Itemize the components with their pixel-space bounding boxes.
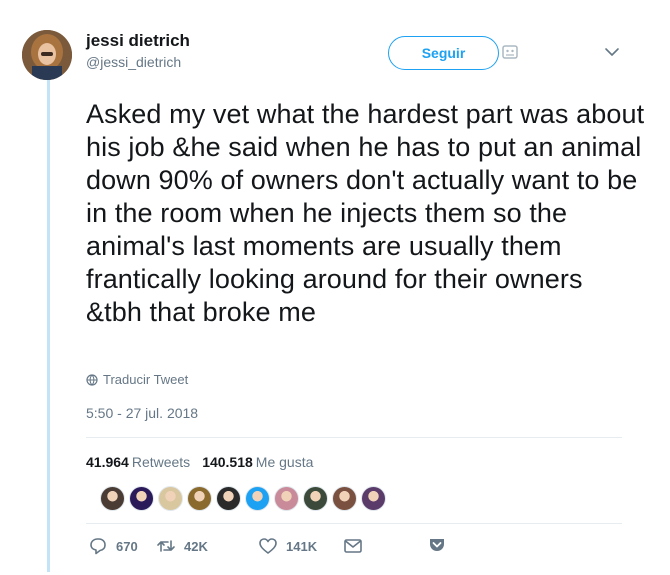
- like-count: 141K: [286, 538, 318, 554]
- translate-label[interactable]: Traducir Tweet: [103, 372, 188, 387]
- direct-message-icon: [344, 539, 362, 553]
- direct-message-button[interactable]: [343, 536, 371, 556]
- liker-avatar[interactable]: [100, 486, 125, 511]
- username[interactable]: @jessi_dietrich: [86, 53, 190, 71]
- like-icon: [259, 538, 277, 554]
- block-icon[interactable]: [502, 44, 518, 60]
- retweets-label: Retweets: [131, 454, 191, 470]
- likes-stat[interactable]: 140.518 Me gusta: [202, 454, 313, 470]
- translate-tweet-link[interactable]: Traducir Tweet: [86, 372, 188, 387]
- follow-button[interactable]: Seguir: [388, 36, 499, 70]
- reply-count: 670: [116, 538, 138, 554]
- divider: [86, 523, 622, 524]
- retweets-stat[interactable]: 41.964 Retweets: [86, 454, 190, 470]
- reply-icon: [90, 538, 106, 555]
- retweet-count: 42K: [184, 538, 208, 554]
- chevron-down-icon[interactable]: [604, 46, 620, 58]
- liker-avatar[interactable]: [361, 486, 386, 511]
- liker-avatar[interactable]: [274, 486, 299, 511]
- display-name[interactable]: jessi dietrich: [86, 30, 190, 51]
- liker-avatar[interactable]: [187, 486, 212, 511]
- translate-globe-icon: [86, 373, 98, 386]
- pocket-save-icon[interactable]: [428, 536, 446, 554]
- reply-button[interactable]: 670: [88, 536, 138, 556]
- tweet-author[interactable]: jessi dietrich @jessi_dietrich: [86, 30, 190, 71]
- tweet-text: Asked my vet what the hardest part was a…: [86, 99, 645, 327]
- liker-avatar[interactable]: [129, 486, 154, 511]
- likes-label: Me gusta: [255, 454, 314, 470]
- retweet-icon: [157, 540, 175, 552]
- like-button[interactable]: 141K: [258, 536, 317, 556]
- liker-avatar[interactable]: [303, 486, 328, 511]
- retweets-count: 41.964: [86, 454, 129, 470]
- tweet-actions: 670 42K 141K: [86, 536, 456, 558]
- liker-avatar[interactable]: [245, 486, 270, 511]
- thread-connector-line: [47, 80, 50, 572]
- divider: [86, 437, 622, 438]
- retweet-button[interactable]: 42K: [156, 536, 208, 556]
- liker-avatar[interactable]: [332, 486, 357, 511]
- liker-avatars: [100, 486, 390, 511]
- likes-count: 140.518: [202, 454, 253, 470]
- tweet-stats: 41.964 Retweets 140.518 Me gusta: [86, 454, 325, 470]
- liker-avatar[interactable]: [216, 486, 241, 511]
- liker-avatar[interactable]: [158, 486, 183, 511]
- avatar[interactable]: [22, 30, 72, 80]
- timestamp[interactable]: 5:50 - 27 jul. 2018: [86, 405, 198, 421]
